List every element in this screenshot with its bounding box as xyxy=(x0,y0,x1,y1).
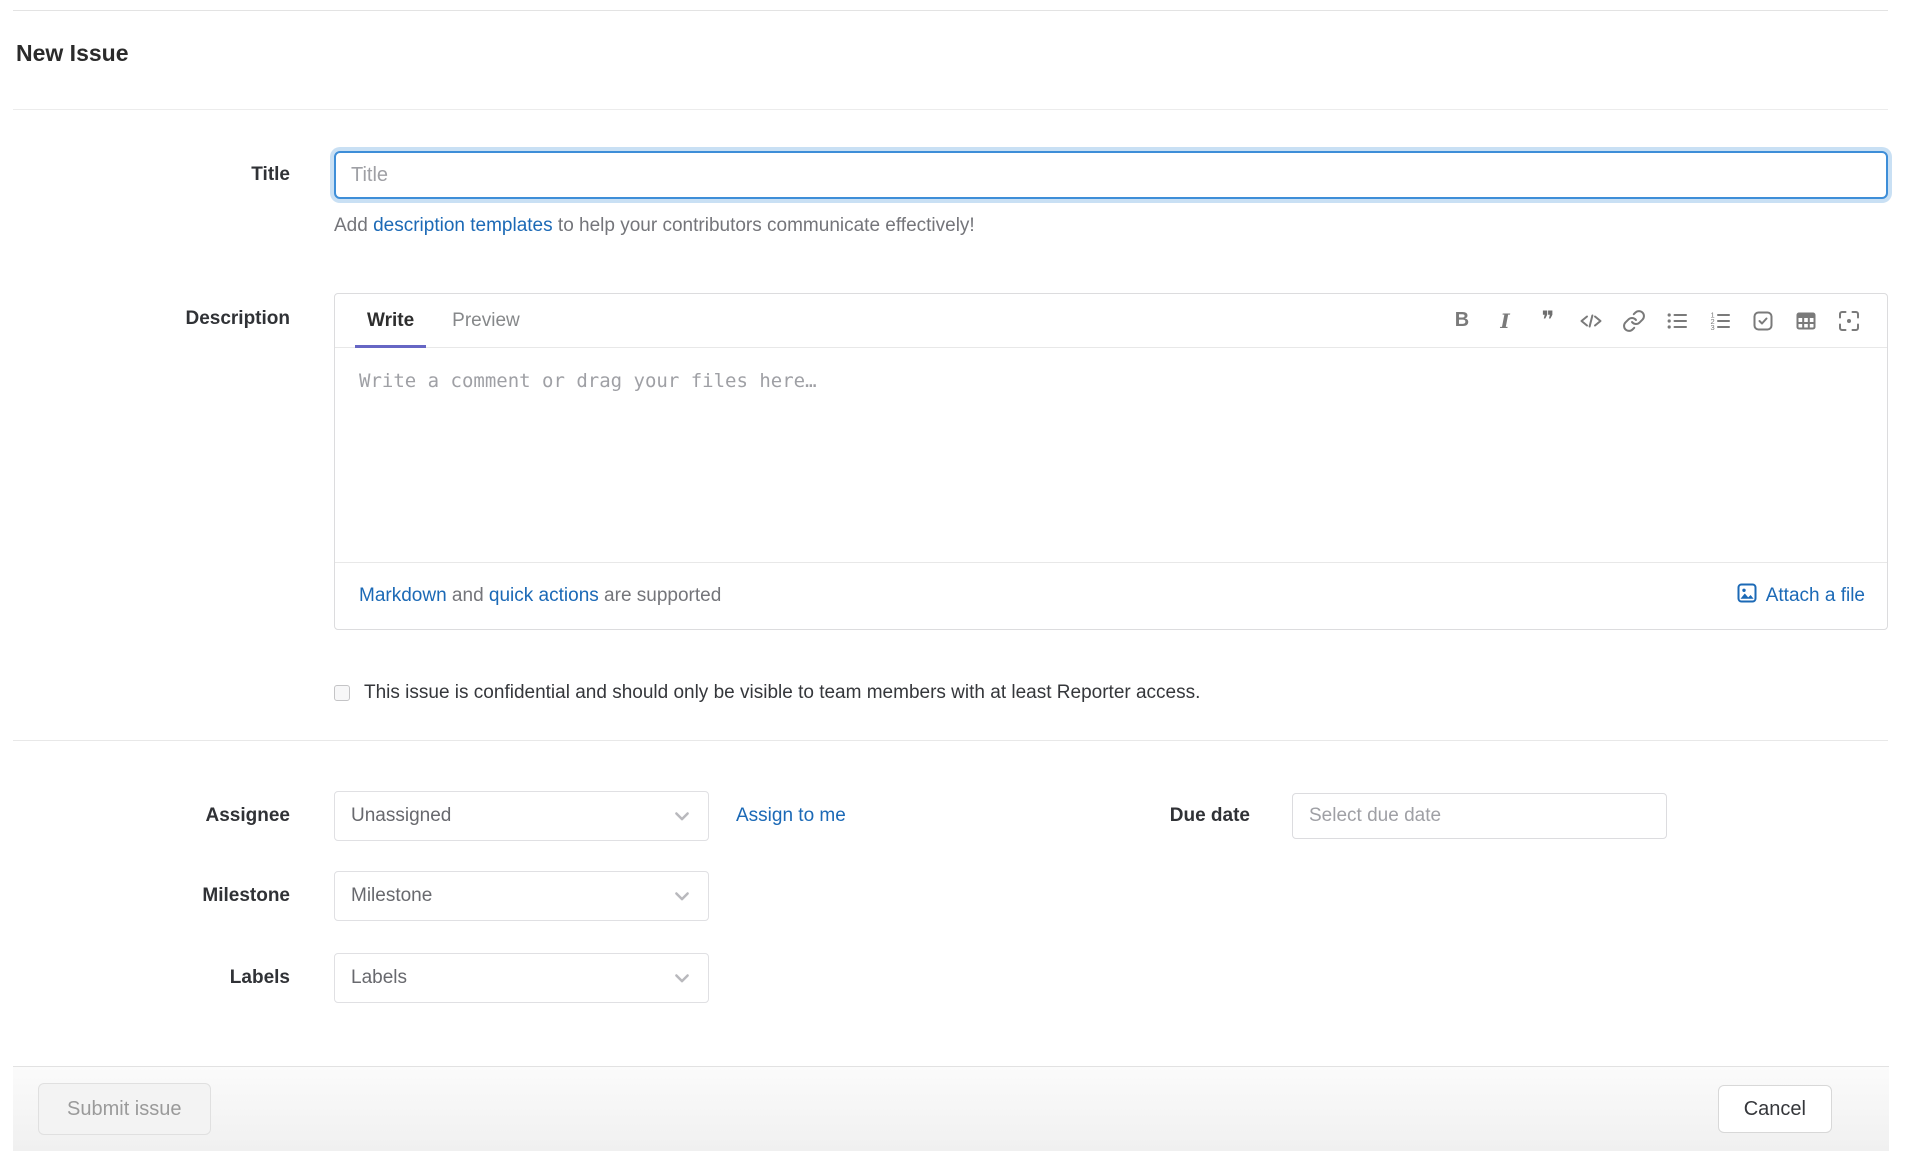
title-input[interactable] xyxy=(334,151,1888,199)
assignee-row: Assignee Unassigned Assign to me Due dat… xyxy=(13,791,1888,841)
confidential-row: This issue is confidential and should on… xyxy=(334,680,1888,706)
page-title: New Issue xyxy=(16,40,129,66)
assignee-value: Unassigned xyxy=(351,805,452,826)
italic-icon[interactable]: I xyxy=(1493,309,1517,333)
description-textarea[interactable] xyxy=(335,348,1887,562)
title-row: Title xyxy=(13,151,1888,199)
form-actions-bar: Submit issue Cancel xyxy=(13,1066,1889,1151)
and-text: and xyxy=(446,585,489,606)
editor-footer: Markdown and quick actions are supported… xyxy=(335,562,1887,629)
milestone-label: Milestone xyxy=(202,885,290,906)
assignee-label: Assignee xyxy=(205,805,290,826)
table-icon[interactable] xyxy=(1794,309,1818,333)
attach-file-label: Attach a file xyxy=(1765,585,1865,606)
task-list-icon[interactable] xyxy=(1751,309,1775,333)
tab-write[interactable]: Write xyxy=(355,294,427,348)
milestone-dropdown[interactable]: Milestone xyxy=(334,871,709,921)
chevron-down-icon xyxy=(672,886,692,906)
new-issue-form: New Issue Title Add description template… xyxy=(13,10,1888,1003)
code-icon[interactable] xyxy=(1579,309,1603,333)
chevron-down-icon xyxy=(672,806,692,826)
submit-issue-button[interactable]: Submit issue xyxy=(38,1083,211,1135)
assignee-dropdown[interactable]: Unassigned xyxy=(334,791,709,841)
markdown-editor: Write Preview B I ❞ 123 Write a comment … xyxy=(334,293,1888,630)
description-label: Description xyxy=(185,308,290,329)
markdown-toolbar: B I ❞ 123 xyxy=(1450,294,1867,347)
attach-file-button[interactable]: Attach a file xyxy=(1736,582,1865,610)
page-header: New Issue xyxy=(13,10,1888,110)
svg-text:3: 3 xyxy=(1711,323,1715,332)
milestone-row: Milestone Milestone xyxy=(13,871,1888,921)
labels-dropdown[interactable]: Labels xyxy=(334,953,709,1003)
due-date-group: Due date xyxy=(1170,793,1667,839)
numbered-list-icon[interactable]: 123 xyxy=(1708,309,1732,333)
confidential-label: This issue is confidential and should on… xyxy=(364,682,1201,703)
supported-text: are supported xyxy=(598,585,722,606)
tab-preview[interactable]: Preview xyxy=(440,294,532,347)
labels-value: Labels xyxy=(351,967,407,988)
milestone-value: Milestone xyxy=(351,885,433,906)
markdown-help-text: Markdown and quick actions are supported xyxy=(359,585,721,607)
title-help-text: Add description templates to help your c… xyxy=(334,213,1888,239)
due-date-label: Due date xyxy=(1169,805,1250,826)
labels-row: Labels Labels xyxy=(13,953,1888,1003)
help-prefix: Add xyxy=(334,215,374,236)
help-suffix: to help your contributors communicate ef… xyxy=(552,215,975,236)
attach-image-icon xyxy=(1736,582,1758,610)
bulleted-list-icon[interactable] xyxy=(1665,309,1689,333)
fullscreen-icon[interactable] xyxy=(1837,309,1861,333)
title-label: Title xyxy=(251,164,290,185)
quote-icon[interactable]: ❞ xyxy=(1536,308,1560,333)
markdown-link[interactable]: Markdown xyxy=(359,585,447,606)
quick-actions-link[interactable]: quick actions xyxy=(489,585,599,606)
editor-body xyxy=(335,348,1887,562)
labels-label: Labels xyxy=(229,967,290,988)
section-divider xyxy=(13,740,1888,741)
due-date-input[interactable] xyxy=(1292,793,1667,839)
description-templates-link[interactable]: description templates xyxy=(373,215,553,236)
confidential-checkbox[interactable] xyxy=(334,685,350,701)
assign-to-me-link[interactable]: Assign to me xyxy=(736,805,846,827)
link-icon[interactable] xyxy=(1622,309,1646,333)
description-row: Description Write Preview B I ❞ 1 2 3 Wr… xyxy=(13,293,1888,630)
editor-header: Write Preview B I ❞ 123 xyxy=(335,294,1887,348)
bold-icon[interactable]: B xyxy=(1450,309,1474,333)
cancel-button[interactable]: Cancel xyxy=(1717,1085,1832,1133)
chevron-down-icon xyxy=(672,968,692,988)
